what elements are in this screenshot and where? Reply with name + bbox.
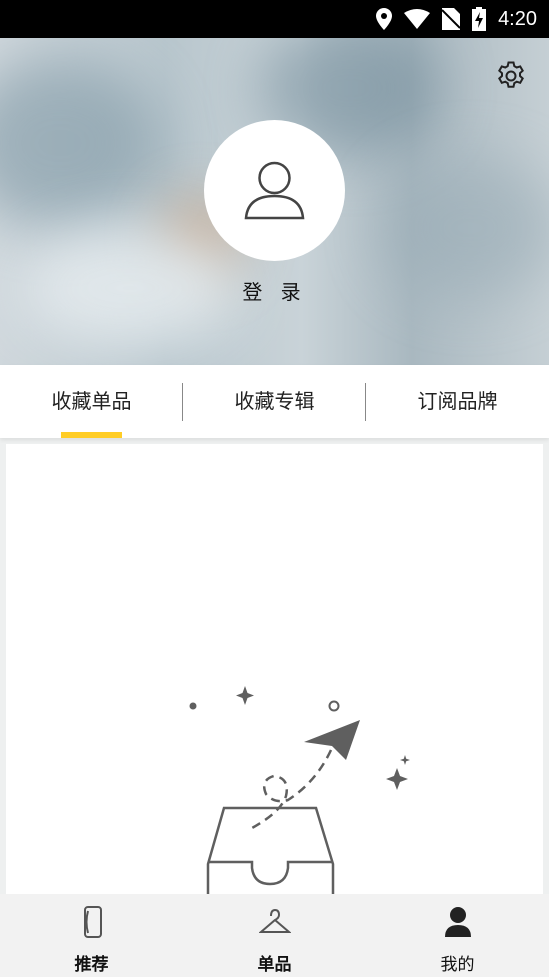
status-time: 4:20	[498, 7, 537, 30]
status-icons: 4:20	[376, 0, 537, 38]
favorites-tab-bar: 收藏单品 收藏专辑 订阅品牌	[0, 365, 549, 438]
status-bar: 4:20	[0, 0, 549, 38]
battery-charging-icon	[472, 7, 487, 31]
wifi-icon	[404, 9, 431, 29]
no-sim-icon	[442, 8, 461, 30]
empty-box-paper-plane-icon	[189, 686, 410, 894]
location-icon	[376, 8, 393, 30]
favorites-content	[6, 444, 543, 894]
tab-favorite-items[interactable]: 收藏单品	[0, 365, 183, 438]
phone-outline-icon	[84, 906, 102, 938]
hanger-icon	[259, 908, 291, 933]
nav-item-items[interactable]: 单品	[183, 894, 366, 977]
person-icon	[445, 907, 471, 937]
bottom-navigation: 推荐 单品 我的	[0, 894, 549, 977]
avatar[interactable]	[204, 120, 345, 261]
settings-gear-icon[interactable]	[495, 60, 527, 92]
profile-header: 登 录	[0, 38, 549, 365]
login-link[interactable]: 登 录	[0, 276, 549, 305]
user-outline-icon	[244, 161, 305, 220]
tab-favorite-albums[interactable]: 收藏专辑	[183, 365, 366, 438]
header-bg-blob	[0, 58, 160, 228]
active-tab-indicator	[61, 432, 122, 438]
nav-item-me[interactable]: 我的	[366, 894, 549, 977]
nav-item-recommend[interactable]: 推荐	[0, 894, 183, 977]
tab-subscribed-brands[interactable]: 订阅品牌	[366, 365, 549, 438]
nav-label-recommend: 推荐	[74, 955, 109, 975]
nav-label-me: 我的	[440, 955, 475, 975]
nav-label-items: 单品	[257, 955, 292, 975]
